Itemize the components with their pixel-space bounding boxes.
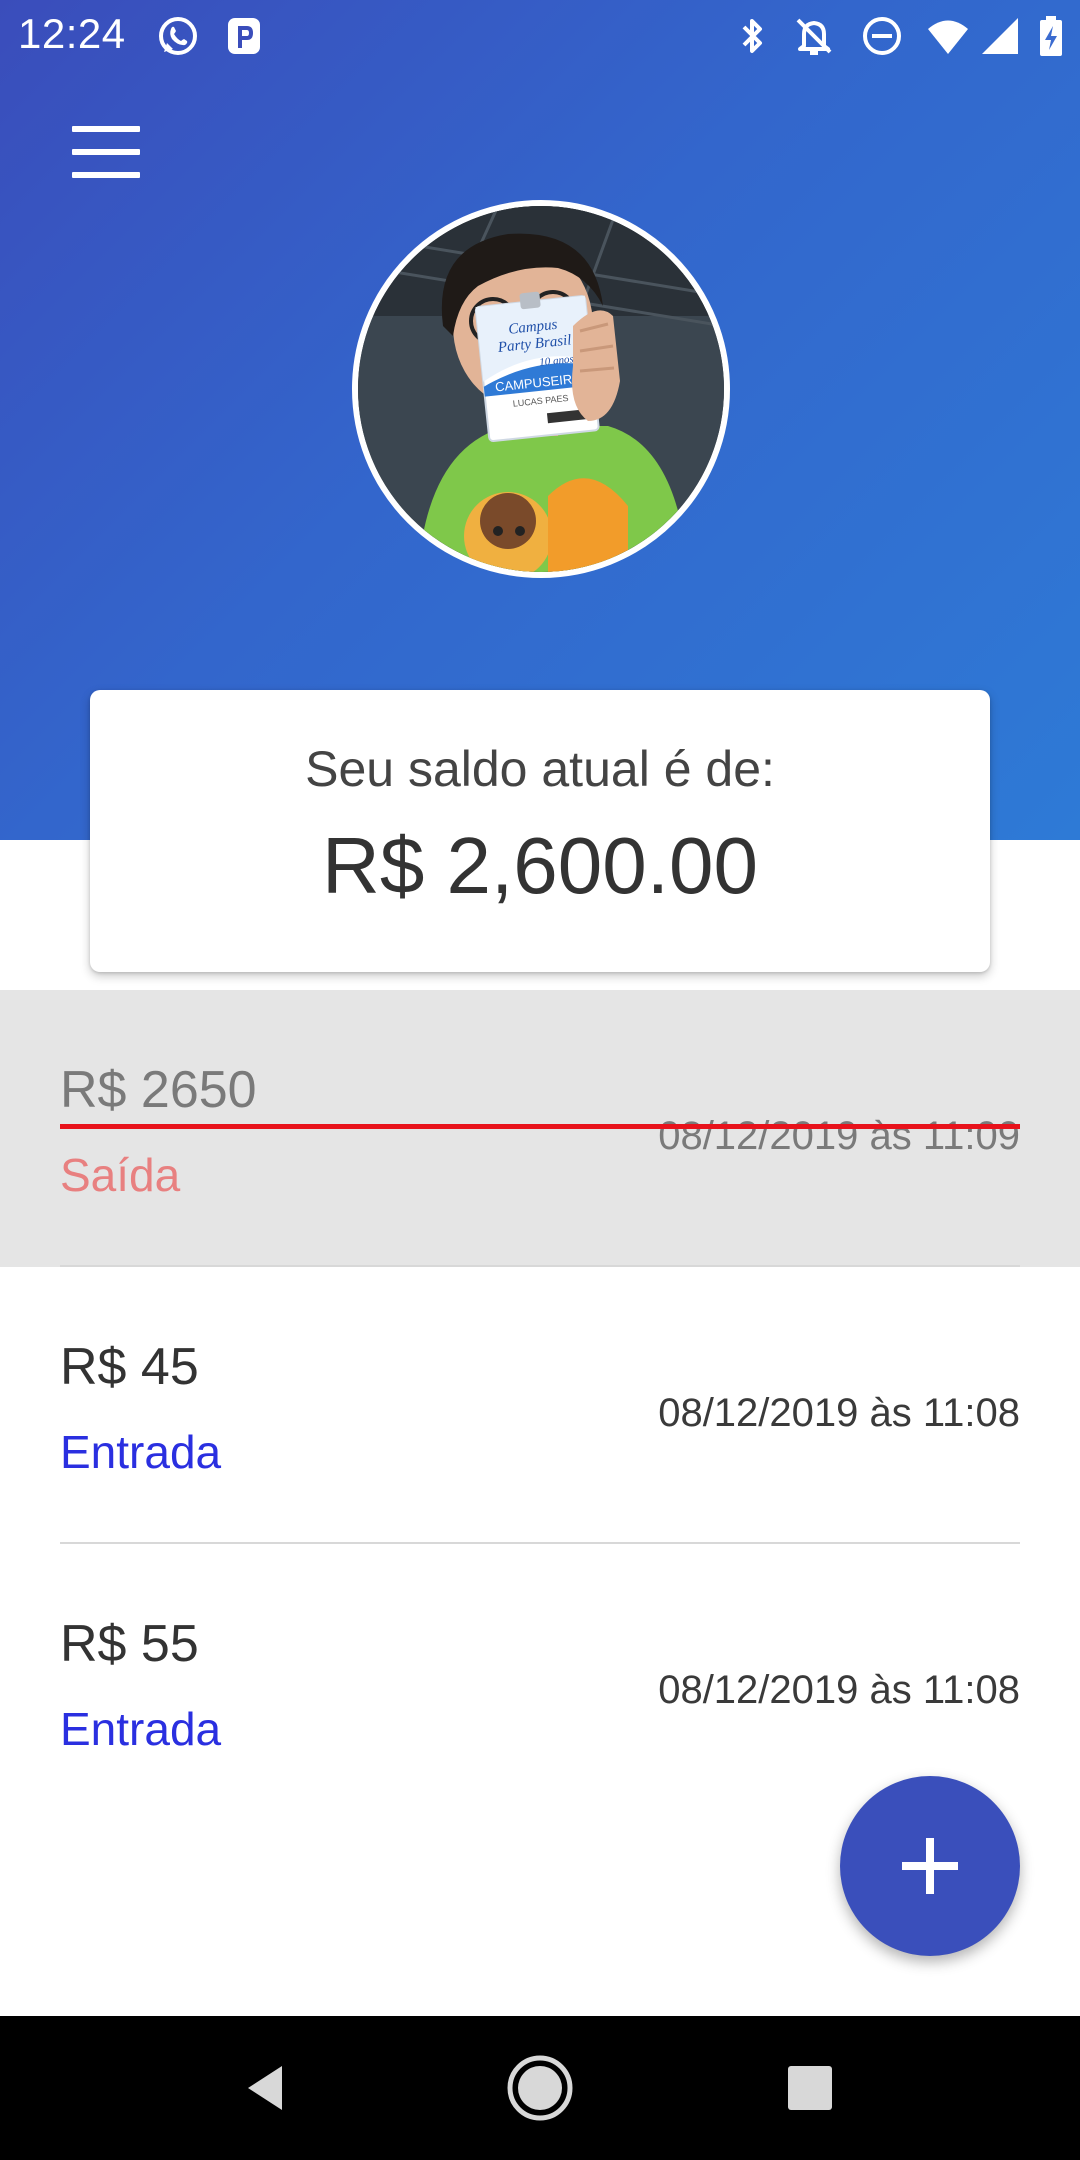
menu-button[interactable] [52,112,156,192]
transaction-amount: R$ 2650 [60,1061,257,1119]
transaction-date: 08/12/2019 às 11:08 [658,1391,1020,1435]
do-not-disturb-icon [863,17,901,55]
profile-photo: Campus Party Brasil 10 anos CAMPUSEIRO L… [358,206,724,572]
p-app-icon [228,18,260,54]
transaction-date: 08/12/2019 às 11:08 [658,1668,1020,1712]
add-transaction-button[interactable] [840,1776,1020,1956]
transaction-row[interactable]: R$ 45 Entrada 08/12/2019 às 11:08 [0,1267,1080,1544]
balance-value: R$ 2,600.00 [322,821,758,910]
transaction-type: Saída [60,1149,181,1201]
wifi-icon [928,20,968,54]
status-time: 12:24 [18,10,126,57]
whatsapp-icon [159,17,197,55]
transaction-date: 08/12/2019 às 11:09 [658,1114,1020,1158]
bluetooth-icon [742,19,762,53]
battery-charging-icon [1040,16,1062,56]
notifications-off-icon [796,18,832,55]
system-nav-bar [0,2016,1080,2160]
signal-icon [982,18,1018,54]
home-icon[interactable] [504,2052,576,2124]
balance-card: Seu saldo atual é de: R$ 2,600.00 [90,690,990,972]
transaction-row[interactable]: R$ 2650 Saída 08/12/2019 às 11:09 [0,990,1080,1267]
transaction-amount: R$ 45 [60,1338,199,1396]
transaction-type: Entrada [60,1703,222,1755]
recents-icon[interactable] [774,2052,846,2124]
back-icon[interactable] [232,2052,304,2124]
profile-avatar[interactable]: Campus Party Brasil 10 anos CAMPUSEIRO L… [352,200,730,578]
app-screen: 12:24 Campus Party Brasil 10 anos CAMPUS… [0,0,1080,2160]
status-bar: 12:24 [0,0,1080,72]
balance-label: Seu saldo atual é de: [305,741,775,797]
transaction-list: R$ 2650 Saída 08/12/2019 às 11:09 R$ 45 … [0,990,1080,1821]
transaction-type: Entrada [60,1426,222,1478]
transaction-amount: R$ 55 [60,1615,199,1673]
strikethrough-line [60,1124,1020,1129]
